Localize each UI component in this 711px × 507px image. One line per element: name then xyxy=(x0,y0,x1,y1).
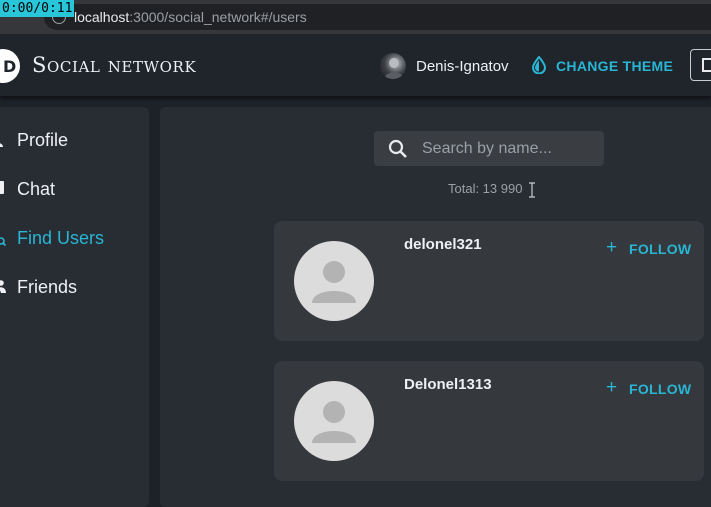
follow-label: FOLLOW xyxy=(629,381,692,397)
url-path: :3000/social_network#/users xyxy=(129,9,307,25)
sidebar-item-label: Find Users xyxy=(17,228,105,248)
sidebar-item-label: Profile xyxy=(17,130,69,150)
sidebar-item-profile[interactable]: Profile xyxy=(0,126,140,154)
user-name-label[interactable]: delonel321 xyxy=(404,236,482,253)
url-host: localhost xyxy=(74,9,130,25)
sidebar-item-find-users[interactable]: Find Users xyxy=(0,224,140,252)
app-logo[interactable]: D xyxy=(0,49,20,83)
logo-letter: D xyxy=(3,57,17,76)
logout-icon xyxy=(702,58,711,72)
logout-button[interactable] xyxy=(690,49,711,81)
sidebar-item-label: Friends xyxy=(17,277,78,297)
user-name-label[interactable]: Delonel1313 xyxy=(404,376,492,393)
follow-label: FOLLOW xyxy=(629,241,692,257)
user-card: Delonel1313 + FOLLOW xyxy=(274,361,704,481)
recording-timer: 0:00/0:11 xyxy=(0,0,75,17)
text-cursor-icon xyxy=(529,182,535,198)
users-total-count: Total: 13 990 xyxy=(448,181,523,196)
follow-button[interactable]: + FOLLOW xyxy=(604,237,694,258)
follow-button[interactable]: + FOLLOW xyxy=(604,377,694,398)
plus-icon: + xyxy=(606,377,618,398)
url-text[interactable]: localhost:3000/social_network#/users xyxy=(74,9,307,25)
sidebar-item-chat[interactable]: Chat xyxy=(0,175,140,203)
sidebar: Profile Chat Find Users Friends xyxy=(0,107,149,507)
app-header: D Social network Denis-Ignatov CHANGE TH… xyxy=(0,34,711,96)
plus-icon: + xyxy=(606,237,618,258)
friends-icon xyxy=(0,278,6,294)
user-card: delonel321 + FOLLOW xyxy=(274,221,704,341)
chat-icon xyxy=(0,180,4,196)
theme-drop-icon[interactable] xyxy=(531,55,547,79)
browser-address-bar: localhost:3000/social_network#/users xyxy=(0,0,711,34)
person-icon xyxy=(0,131,4,147)
search-input[interactable] xyxy=(412,131,600,166)
user-avatar[interactable] xyxy=(380,53,406,79)
user-avatar-placeholder[interactable] xyxy=(294,241,374,321)
user-avatar-placeholder[interactable] xyxy=(294,381,374,461)
app-brand-title: Social network xyxy=(32,53,197,77)
change-theme-button[interactable]: CHANGE THEME xyxy=(556,58,673,74)
search-icon xyxy=(388,139,408,164)
sidebar-item-friends[interactable]: Friends xyxy=(0,273,140,301)
find-users-icon xyxy=(0,229,7,247)
user-name[interactable]: Denis-Ignatov xyxy=(416,58,509,75)
sidebar-item-label: Chat xyxy=(17,179,56,199)
